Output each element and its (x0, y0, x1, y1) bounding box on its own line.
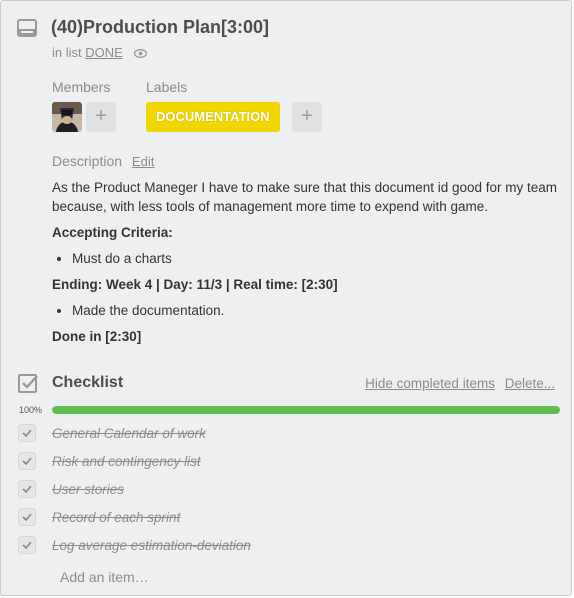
checklist-icon (18, 373, 38, 398)
checklist-items: General Calendar of work Risk and contin… (18, 423, 558, 563)
checkbox-checked[interactable] (18, 536, 36, 554)
description-header: Description Edit (52, 153, 154, 169)
checklist-item-label: User stories (52, 482, 125, 497)
check-icon (22, 429, 32, 438)
members-label: Members (52, 79, 111, 95)
progress-bar (52, 406, 560, 414)
ending-text: Ending: Week 4 | Day: 11/3 | Real time: … (52, 277, 338, 292)
in-list-prefix: in list (52, 45, 82, 60)
checklist-actions: Hide completed items Delete... (359, 376, 555, 391)
label-documentation[interactable]: DOCUMENTATION (146, 102, 280, 132)
check-icon (22, 541, 32, 550)
labels-label: Labels (146, 79, 188, 95)
checklist-item-label: Risk and contingency list (52, 454, 201, 469)
edit-description-link[interactable]: Edit (132, 154, 154, 169)
checklist-item[interactable]: Log average estimation-deviation (18, 535, 558, 563)
checkbox-checked[interactable] (18, 424, 36, 442)
add-member-button[interactable]: + (86, 102, 116, 132)
ending-item: Made the documentation. (72, 301, 557, 320)
checkbox-checked[interactable] (18, 508, 36, 526)
checklist-item-label: General Calendar of work (52, 426, 206, 441)
checklist-item-label: Log average estimation-deviation (52, 538, 251, 553)
delete-checklist-link[interactable]: Delete... (505, 376, 555, 391)
check-icon (22, 513, 32, 522)
list-info: in list DONE (52, 45, 148, 61)
criteria-heading: Accepting Criteria: (52, 225, 173, 240)
checklist-item[interactable]: Risk and contingency list (18, 451, 558, 479)
checkbox-checked[interactable] (18, 480, 36, 498)
check-icon (22, 457, 32, 466)
card-icon (17, 19, 37, 42)
checklist-item[interactable]: Record of each sprint (18, 507, 558, 535)
avatar[interactable] (52, 102, 82, 132)
checkbox-checked[interactable] (18, 452, 36, 470)
ending-list: Made the documentation. (52, 301, 557, 320)
done-text: Done in [2:30] (52, 329, 142, 344)
checklist-item-label: Record of each sprint (52, 510, 181, 525)
list-link[interactable]: DONE (85, 45, 123, 60)
checklist-title[interactable]: Checklist (52, 374, 123, 392)
description-body: As the Product Maneger I have to make su… (52, 178, 557, 353)
check-icon (22, 485, 32, 494)
card-title[interactable]: (40)Production Plan[3:00] (51, 17, 269, 38)
eye-icon[interactable] (134, 46, 148, 61)
progress-bar-fill (52, 406, 560, 414)
card-detail-window: (40)Production Plan[3:00] in list DONE M… (0, 0, 572, 596)
description-text: As the Product Maneger I have to make su… (52, 180, 558, 214)
criteria-list: Must do a charts (52, 249, 557, 268)
criteria-item: Must do a charts (72, 249, 557, 268)
checklist-item[interactable]: General Calendar of work (18, 423, 558, 451)
add-label-button[interactable]: + (292, 102, 322, 132)
checklist-item[interactable]: User stories (18, 479, 558, 507)
progress-percent: 100% (19, 405, 43, 415)
hide-completed-link[interactable]: Hide completed items (365, 376, 495, 391)
add-item-link[interactable]: Add an item… (60, 569, 149, 585)
description-label: Description (52, 153, 123, 169)
